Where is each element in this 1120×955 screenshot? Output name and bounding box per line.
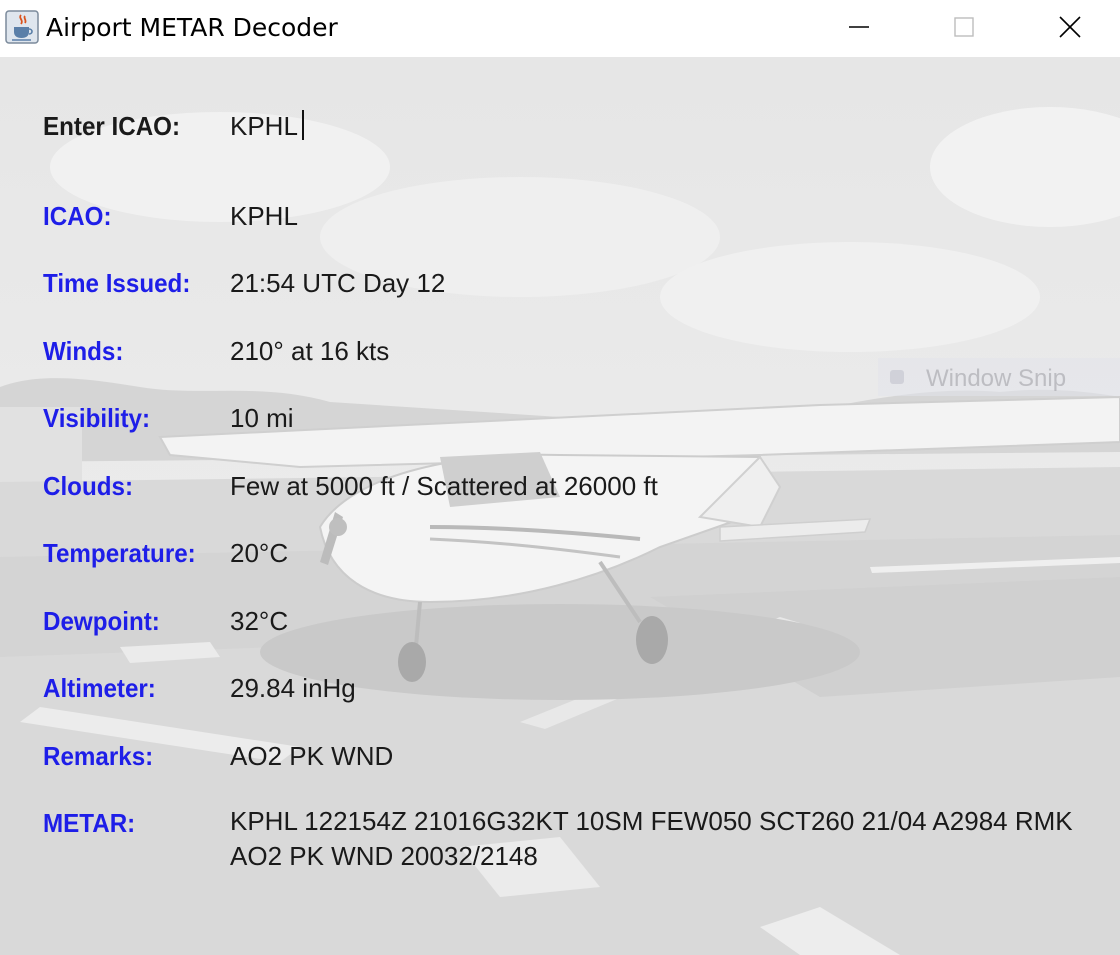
window-snip-overlay: Window Snip: [878, 358, 1120, 396]
icao-value: KPHL: [230, 201, 298, 231]
visibility-label: Visibility:: [43, 403, 151, 433]
dewpoint-label: Dewpoint:: [43, 606, 160, 636]
window-title: Airport METAR Decoder: [46, 13, 338, 42]
clouds-label: Clouds:: [43, 471, 133, 501]
text-caret: [302, 110, 304, 140]
temperature-label: Temperature:: [43, 538, 196, 568]
metar-label: METAR:: [43, 808, 136, 838]
time-issued-value: 21:54 UTC Day 12: [230, 268, 446, 298]
minimize-button[interactable]: [813, 0, 903, 57]
minimize-icon: [849, 26, 869, 28]
app-window: Airport METAR Decoder Window Snip Enter …: [0, 0, 1120, 955]
altimeter-label: Altimeter:: [43, 673, 156, 703]
visibility-value: 10 mi: [230, 403, 294, 433]
maximize-button[interactable]: [918, 0, 1008, 57]
icao-input[interactable]: [230, 109, 830, 143]
java-cup-icon: [5, 10, 39, 44]
snip-ghost-text: Window Snip: [926, 365, 1067, 392]
time-issued-label: Time Issued:: [43, 268, 191, 298]
remarks-label: Remarks:: [43, 741, 154, 771]
close-icon: [1059, 16, 1081, 38]
clouds-value: Few at 5000 ft / Scattered at 26000 ft: [230, 471, 658, 501]
dewpoint-value: 32°C: [230, 606, 289, 636]
metar-value: KPHL 122154Z 21016G32KT 10SM FEW050 SCT2…: [230, 806, 1073, 871]
maximize-icon: [954, 17, 974, 37]
icao-label: ICAO:: [43, 201, 112, 231]
snip-icon: [890, 370, 904, 384]
altimeter-value: 29.84 inHg: [230, 673, 356, 703]
winds-label: Winds:: [43, 336, 124, 366]
close-button[interactable]: [1025, 0, 1115, 57]
title-bar[interactable]: Airport METAR Decoder: [0, 0, 1120, 57]
enter-icao-label: Enter ICAO:: [43, 111, 181, 141]
winds-value: 210° at 16 kts: [230, 336, 390, 366]
remarks-value: AO2 PK WND: [230, 741, 394, 771]
temperature-value: 20°C: [230, 538, 289, 568]
